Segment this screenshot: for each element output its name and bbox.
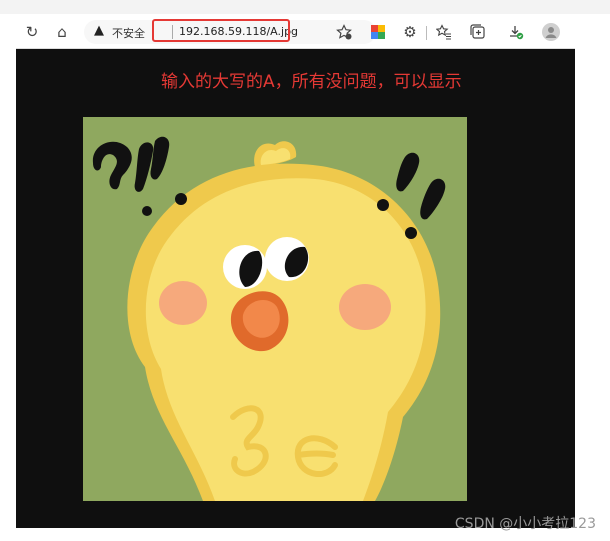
star-add-icon[interactable] xyxy=(332,20,356,44)
browser-toolbar: ↻ ⌂ ▲ 不安全 192.168.59.118/A.jpg ⚙ xyxy=(16,16,575,49)
warning-icon: ▲ xyxy=(94,23,104,38)
toolbar-separator xyxy=(426,26,427,40)
extension-icon[interactable] xyxy=(366,20,390,44)
page-caption: 输入的大写的A，所有没问题，可以显示 xyxy=(161,72,462,92)
download-icon[interactable] xyxy=(504,20,528,44)
collections-icon[interactable] xyxy=(466,20,490,44)
gear-icon[interactable]: ⚙ xyxy=(398,20,422,44)
displayed-image xyxy=(83,117,467,501)
reload-icon[interactable]: ↻ xyxy=(20,20,44,44)
previous-window-strip xyxy=(0,0,610,14)
csdn-watermark: CSDN @小小考拉123 xyxy=(454,516,596,532)
avatar-icon[interactable] xyxy=(539,20,563,44)
chick-illustration xyxy=(83,117,467,501)
favorites-icon[interactable] xyxy=(432,20,456,44)
url-highlight-box xyxy=(152,19,290,42)
security-label[interactable]: 不安全 xyxy=(112,25,145,41)
page-viewport: 输入的大写的A，所有没问题，可以显示 xyxy=(16,49,575,528)
home-icon[interactable]: ⌂ xyxy=(50,20,74,44)
